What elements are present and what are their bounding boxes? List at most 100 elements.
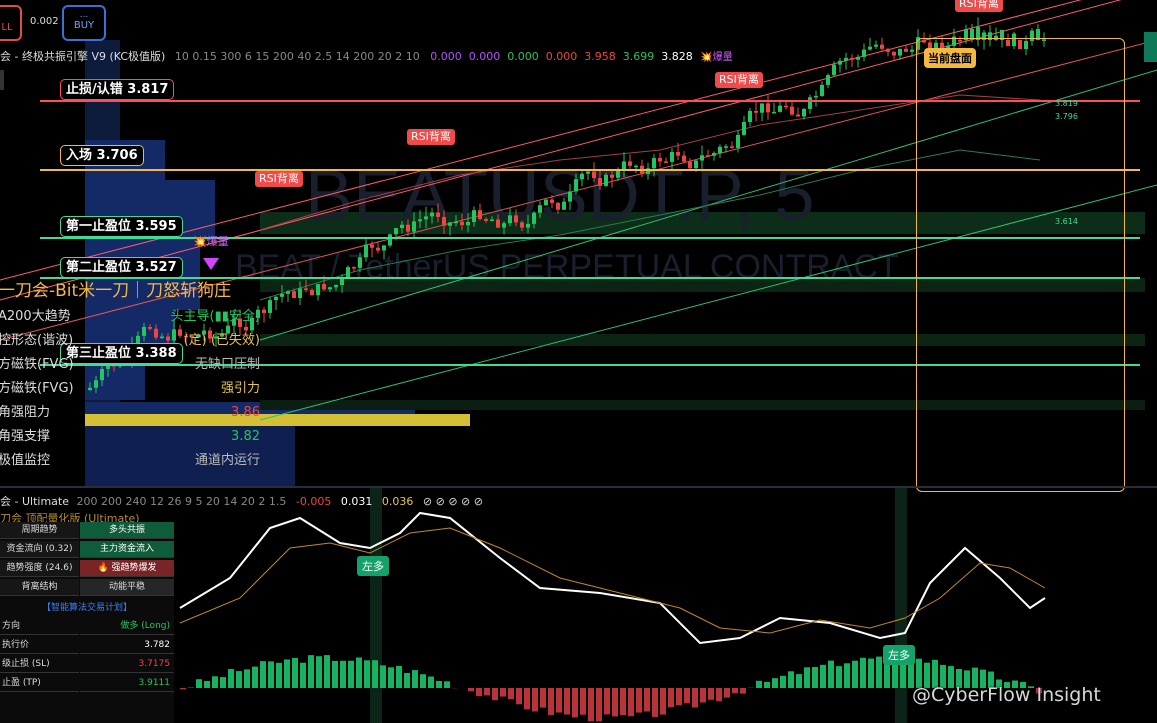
histogram-bar xyxy=(836,666,842,688)
candle-body xyxy=(478,210,482,219)
candle-body xyxy=(262,309,266,313)
tp1-level-label[interactable]: 第一止盈位 3.595 xyxy=(60,216,183,237)
hud-row-value: 3.82 xyxy=(231,429,260,444)
histogram-bar xyxy=(580,688,586,715)
hud-row-label: 控形态(谐波) xyxy=(0,333,74,348)
stop-level-label[interactable]: 止损/认错 3.817 xyxy=(60,79,175,100)
histogram-bar xyxy=(732,688,738,694)
histogram-bar xyxy=(636,688,642,713)
candle-body xyxy=(244,326,248,331)
stats-row: 背离结构 动能平稳 xyxy=(0,579,174,596)
candle-body xyxy=(352,267,356,269)
candle-body xyxy=(598,178,602,186)
current-zone-box[interactable] xyxy=(916,38,1125,492)
sub-indicator-legend[interactable]: 会 - Ultimate 200 200 240 12 26 9 5 20 14… xyxy=(0,495,483,509)
histogram-bar xyxy=(348,660,354,688)
histogram-bar xyxy=(860,657,866,688)
hud-row-value: (定) (已失效) xyxy=(183,333,260,348)
plan-key: 方向 xyxy=(0,618,79,635)
candle-body xyxy=(796,114,800,117)
indicator-value: 0.000 xyxy=(545,50,578,63)
histogram-bar xyxy=(644,688,650,712)
plan-value: 做多 (Long) xyxy=(80,618,174,635)
histogram-bar xyxy=(724,688,730,698)
main-indicator-legend[interactable]: 会 - 终极共振引擎 V9 (KC极值版) 10 0.15 300 6 15 2… xyxy=(0,50,733,65)
candle-body xyxy=(628,161,632,166)
spread-value: 0.002 xyxy=(30,16,59,27)
candle-body xyxy=(784,105,788,108)
sub-indicator-value-3: 0.036 xyxy=(381,495,414,508)
candle-body xyxy=(310,289,314,296)
tp2-level-label[interactable]: 第二止盈位 3.527 xyxy=(60,257,183,278)
hud-row-value: 强引力 xyxy=(220,381,260,396)
candle-body xyxy=(820,84,824,96)
candle-body xyxy=(790,106,794,115)
hud-headline: 一刀会-Bit米一刀｜刀怒斩狗庄 xyxy=(0,281,232,301)
hud-row-label: 方磁铁(FVG) xyxy=(0,381,74,396)
candle-body xyxy=(658,158,662,162)
histogram-bar xyxy=(780,675,786,688)
candle-body xyxy=(178,329,182,336)
histogram-bar xyxy=(468,688,474,692)
candle-body xyxy=(910,49,914,52)
entry-level-label[interactable]: 入场 3.706 xyxy=(60,145,144,166)
candle-body xyxy=(142,327,146,336)
stats-value: 多头共振 xyxy=(80,522,174,539)
plan-key: 止盈 (TP) xyxy=(0,675,79,692)
brand-watermark: @CyberFlow Insight xyxy=(912,684,1101,706)
histogram-bar xyxy=(532,688,538,712)
histogram-bar xyxy=(876,656,882,688)
histogram-bar xyxy=(308,655,314,688)
candle-body xyxy=(286,291,290,294)
plan-value: 3.9111 xyxy=(80,675,174,692)
candle-body xyxy=(730,146,734,148)
collapse-arrow-icon[interactable] xyxy=(0,70,4,90)
histogram-bar xyxy=(788,671,794,688)
tp3-level-label[interactable]: 第三止盈位 3.388 xyxy=(60,343,183,364)
candle-body xyxy=(526,223,530,228)
candle-body xyxy=(760,103,764,113)
candle-body xyxy=(334,284,338,288)
candle-body xyxy=(454,221,458,224)
price-scale-marker xyxy=(1144,32,1157,62)
main-indicator-title: 会 - 终极共振引擎 V9 (KC极值版) xyxy=(0,50,166,63)
candle-body xyxy=(292,291,296,298)
candle-body xyxy=(358,257,362,268)
histogram-bar xyxy=(204,681,210,688)
long-signal-tag: 左多 xyxy=(357,556,389,576)
plan-row: 止盈 (TP) 3.9111 xyxy=(0,675,174,692)
candle-body xyxy=(544,199,548,206)
volume-burst-tag: 💥爆量 xyxy=(193,235,229,248)
histogram-bar xyxy=(652,688,658,717)
histogram-bar xyxy=(228,669,234,688)
stats-value: 🔥 强趋势爆发 xyxy=(80,560,174,577)
plan-row: 方向 做多 (Long) xyxy=(0,618,174,635)
histogram-bar xyxy=(396,665,402,688)
histogram-bar xyxy=(252,666,258,688)
plan-row: 级止损 (SL) 3.7175 xyxy=(0,656,174,673)
candle-body xyxy=(832,64,836,76)
histogram-bar xyxy=(292,657,298,688)
histogram-bar xyxy=(524,688,530,710)
rsi-divergence-tag: RSI背离 xyxy=(715,72,763,88)
null-markers: ⊘ ⊘ ⊘ ⊘ ⊘ xyxy=(422,495,483,508)
candle-body xyxy=(742,121,746,135)
buy-button[interactable]: ... BUY xyxy=(62,5,106,41)
indicator-value: 3.828 xyxy=(661,50,693,63)
candle-body xyxy=(268,300,272,313)
hud-row-value: 头主导(▮▮安全) xyxy=(170,309,260,324)
sell-button[interactable]: LL xyxy=(0,5,22,41)
candle-body xyxy=(664,161,668,163)
histogram-bar xyxy=(484,688,490,696)
histogram-bar xyxy=(852,660,858,688)
candle-body xyxy=(604,174,608,186)
candle-body xyxy=(538,205,542,213)
histogram-bar xyxy=(444,681,450,688)
candle-body xyxy=(490,219,494,222)
candle-body xyxy=(838,60,842,65)
hud-row-value: 无缺口压制 xyxy=(194,357,260,372)
candle-body xyxy=(706,155,710,157)
candle-body xyxy=(430,212,434,217)
histogram-bar xyxy=(620,688,626,716)
candle-body xyxy=(520,222,524,228)
